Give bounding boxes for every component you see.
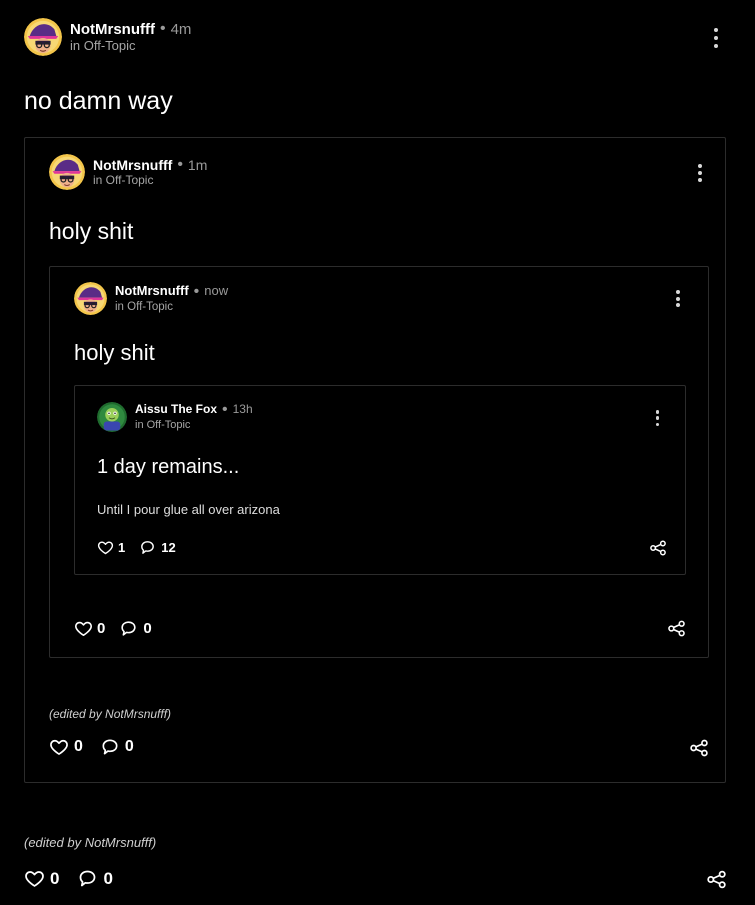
avatar[interactable] xyxy=(97,402,127,432)
comment-icon xyxy=(77,868,98,889)
post-body: Until I pour glue all over arizona xyxy=(97,502,280,517)
post-actions: 0 0 xyxy=(49,737,134,757)
like-button[interactable]: 0 xyxy=(24,868,59,889)
author-name[interactable]: NotMrsnufff xyxy=(115,283,189,299)
more-vertical-icon[interactable] xyxy=(697,164,703,182)
edited-note: (edited by NotMrsnufff) xyxy=(49,707,172,721)
avatar[interactable] xyxy=(49,154,85,190)
quoted-post[interactable]: Aissu The Fox • 13h in Off-Topic 1 day r… xyxy=(74,385,686,575)
comment-count: 12 xyxy=(161,540,176,555)
post-time: 4m xyxy=(170,20,192,38)
heart-icon xyxy=(97,539,114,556)
share-icon[interactable] xyxy=(649,539,667,557)
heart-icon xyxy=(24,868,45,889)
post-header: NotMrsnufff • 1m in Off-Topic xyxy=(49,154,207,190)
separator-dot: • xyxy=(177,155,183,173)
like-count: 1 xyxy=(118,540,126,555)
heart-icon xyxy=(49,737,69,757)
post-title: 1 day remains... xyxy=(97,456,240,478)
post-time: 13h xyxy=(232,402,253,417)
comment-button[interactable]: 0 xyxy=(77,868,113,889)
post-title: holy shit xyxy=(74,340,155,365)
post-meta: NotMrsnufff • 4m in Off-Topic xyxy=(70,20,191,53)
more-vertical-icon[interactable] xyxy=(713,28,719,48)
post-time: 1m xyxy=(187,157,208,174)
like-button[interactable]: 0 xyxy=(74,619,105,638)
post-actions: 0 0 xyxy=(24,868,113,889)
share-icon[interactable] xyxy=(689,738,709,758)
name-line: NotMrsnufff • now xyxy=(115,283,228,301)
author-name[interactable]: NotMrsnufff xyxy=(70,21,155,38)
comment-count: 0 xyxy=(124,738,134,755)
edited-note: (edited by NotMrsnufff) xyxy=(24,835,157,850)
post-time: now xyxy=(204,283,229,299)
quoted-post[interactable]: NotMrsnufff • now in Off-Topic holy shit… xyxy=(49,266,709,658)
name-line: Aissu The Fox • 13h xyxy=(135,401,253,419)
post-title: holy shit xyxy=(49,218,134,244)
post-meta: NotMrsnufff • now in Off-Topic xyxy=(115,283,228,315)
like-button[interactable]: 1 xyxy=(97,539,125,556)
like-count: 0 xyxy=(97,620,106,637)
comment-icon xyxy=(119,619,138,638)
avatar[interactable] xyxy=(24,18,62,56)
separator-dot: • xyxy=(193,282,200,300)
name-line: NotMrsnufff • 4m xyxy=(70,20,191,38)
quoted-post[interactable]: NotMrsnufff • 1m in Off-Topic holy shit … xyxy=(24,137,726,783)
comment-count: 0 xyxy=(143,620,152,637)
more-vertical-icon[interactable] xyxy=(675,290,680,307)
avatar[interactable] xyxy=(74,282,107,315)
post-header: Aissu The Fox • 13h in Off-Topic xyxy=(97,401,253,432)
comment-icon xyxy=(139,539,156,556)
community-link[interactable]: in Off-Topic xyxy=(70,38,191,54)
name-line: NotMrsnufff • 1m xyxy=(93,156,207,174)
author-name[interactable]: NotMrsnufff xyxy=(93,157,172,173)
post-header: NotMrsnufff • now in Off-Topic xyxy=(74,282,228,315)
comment-button[interactable]: 0 xyxy=(119,619,152,638)
post-meta: NotMrsnufff • 1m in Off-Topic xyxy=(93,156,207,188)
community-link[interactable]: in Off-Topic xyxy=(135,419,253,432)
separator-dot: • xyxy=(159,20,166,38)
more-vertical-icon[interactable] xyxy=(655,410,660,426)
comment-icon xyxy=(100,737,120,757)
post-actions: 1 12 xyxy=(97,539,176,556)
community-link[interactable]: in Off-Topic xyxy=(115,301,228,314)
like-button[interactable]: 0 xyxy=(49,737,83,757)
like-count: 0 xyxy=(74,738,83,755)
comment-button[interactable]: 0 xyxy=(100,737,134,757)
post-meta: Aissu The Fox • 13h in Off-Topic xyxy=(135,401,253,432)
community-link[interactable]: in Off-Topic xyxy=(93,173,207,188)
post-root: NotMrsnufff • 4m in Off-Topic no damn wa… xyxy=(0,0,755,905)
comment-count: 0 xyxy=(103,868,113,888)
post-header: NotMrsnufff • 4m in Off-Topic xyxy=(24,18,191,56)
share-icon[interactable] xyxy=(706,869,727,890)
post-title: no damn way xyxy=(24,87,173,115)
post-actions: 0 0 xyxy=(74,619,152,638)
like-count: 0 xyxy=(50,868,60,888)
heart-icon xyxy=(74,619,93,638)
separator-dot: • xyxy=(222,401,228,418)
author-name[interactable]: Aissu The Fox xyxy=(135,402,217,417)
share-icon[interactable] xyxy=(667,619,686,638)
comment-button[interactable]: 12 xyxy=(139,539,176,556)
